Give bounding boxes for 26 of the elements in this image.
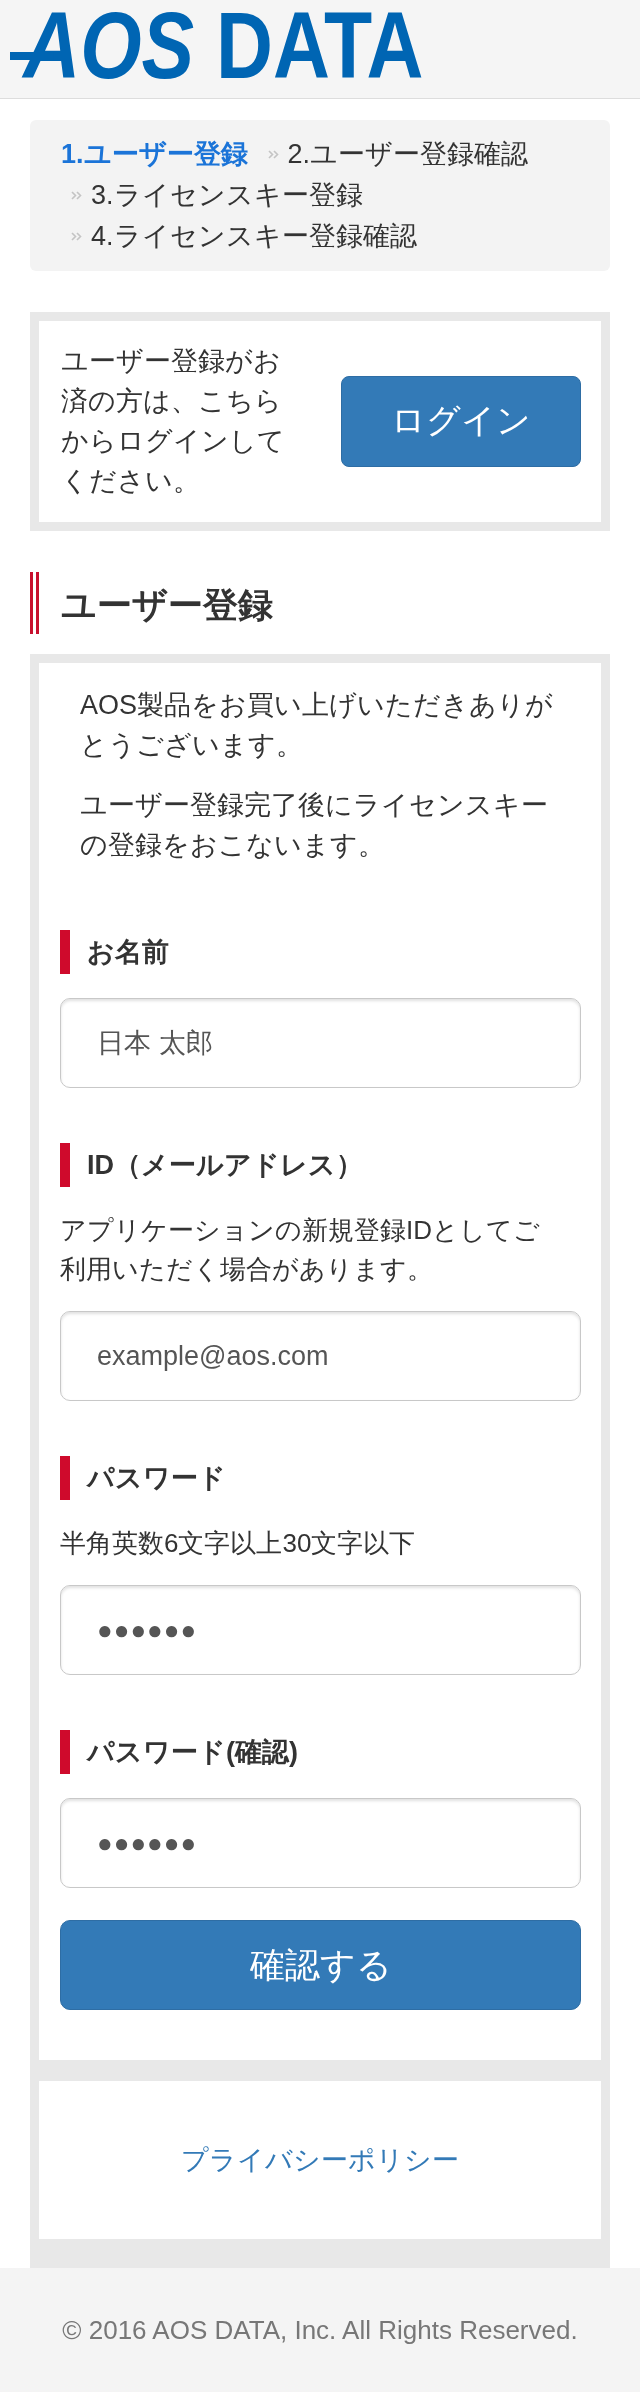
step-label: 1.ユーザー登録 xyxy=(61,138,248,171)
login-message: ユーザー登録がお済の方は、こちらからログインしてください。 xyxy=(61,345,286,498)
step-label: 3.ライセンスキー登録 xyxy=(91,179,363,212)
section-title: ユーザー登録 xyxy=(30,572,277,634)
double-chevron-icon xyxy=(267,150,279,159)
password-field[interactable]: ●●●●●● xyxy=(60,1585,581,1675)
confirm-button[interactable]: 確認する xyxy=(60,1920,581,2010)
email-field[interactable]: example@aos.com xyxy=(60,1311,581,1401)
step-label: 2.ユーザー登録確認 xyxy=(287,138,529,171)
intro-text: AOS製品をお買い上げいただきありがとうございます。 xyxy=(80,689,555,762)
privacy-policy-link[interactable]: プライバシーポリシー xyxy=(181,2140,459,2180)
step-label: 4.ライセンスキー登録確認 xyxy=(91,220,417,253)
help-text: アプリケーションの新規登録IDとしてご利用いただく場合があります。 xyxy=(60,1214,541,1286)
intro-text: ユーザー登録完了後にライセンスキーの登録をおこないます。 xyxy=(80,789,549,862)
double-chevron-icon xyxy=(71,191,82,200)
help-text: 半角英数6文字以上30文字以下 xyxy=(60,1527,416,1560)
password-field[interactable]: ●●●●●● xyxy=(60,1798,581,1888)
field-label: お名前 xyxy=(60,930,171,974)
logo: AOS DATA xyxy=(10,0,430,93)
field-label: ID（メールアドレス） xyxy=(60,1143,365,1187)
copyright-text: © 2016 AOS DATA, Inc. All Rights Reserved. xyxy=(62,2314,578,2347)
field-label: パスワード xyxy=(60,1456,228,1500)
field-label: パスワード(確認) xyxy=(60,1730,300,1774)
double-chevron-icon xyxy=(71,232,82,241)
login-button[interactable]: ログイン xyxy=(341,375,581,467)
text-field[interactable]: 日本 太郎 xyxy=(60,998,581,1088)
